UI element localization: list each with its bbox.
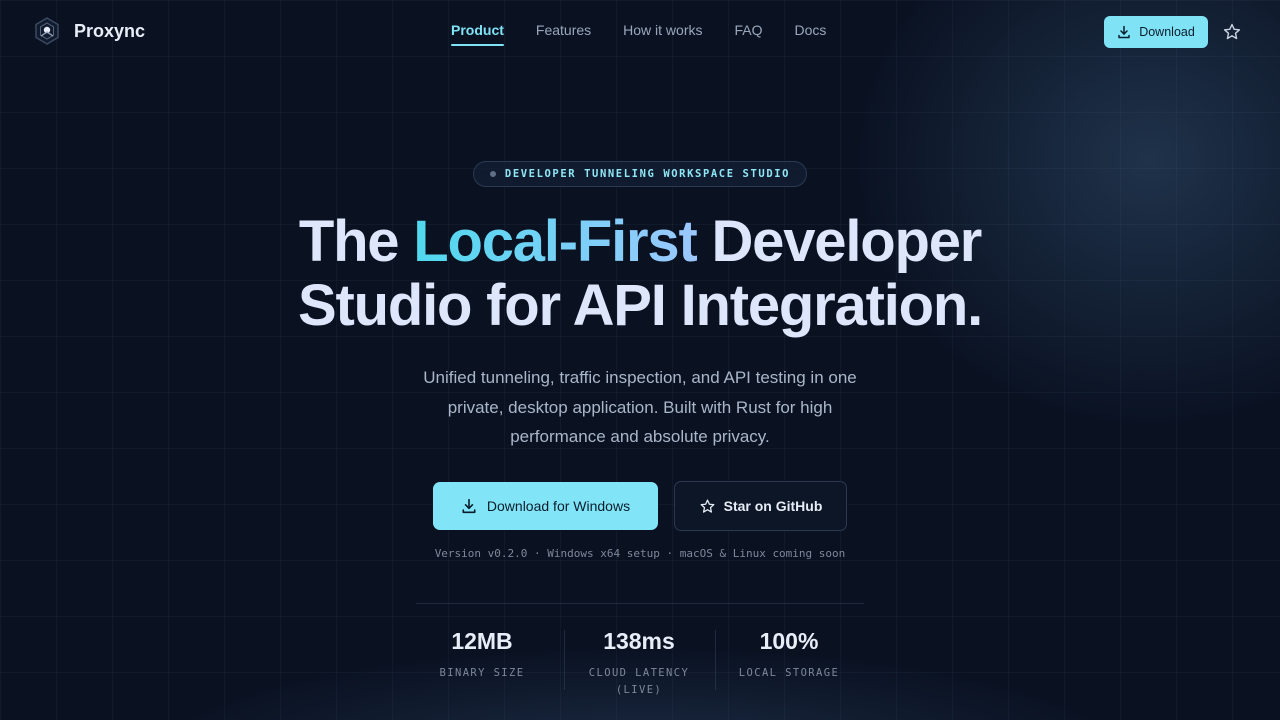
stat-value: 12MB [451, 628, 513, 654]
nav-download-button[interactable]: Download [1104, 16, 1208, 48]
hero-title-part2: Developer [696, 209, 982, 274]
download-windows-button[interactable]: Download for Windows [433, 482, 658, 530]
nav-link-product[interactable]: Product [451, 22, 504, 46]
nav-link-how-it-works[interactable]: How it works [623, 22, 702, 46]
download-icon [1117, 25, 1131, 39]
version-info: Version v0.2.0 · Windows x64 setup · mac… [434, 547, 846, 560]
top-navbar: Proxync Product Features How it works FA… [0, 0, 1280, 64]
hero-title-part1: The [298, 209, 414, 274]
nav-link-features[interactable]: Features [536, 22, 591, 46]
background-grid [0, 0, 1280, 720]
stat-label: LOCAL STORAGE [738, 667, 840, 679]
star-icon [699, 498, 716, 515]
stat-label: CLOUD LATENCY (LIVE) [588, 667, 690, 696]
badge-text: DEVELOPER TUNNELING WORKSPACE STUDIO [504, 168, 791, 180]
hero-title-accent: Local-First [413, 209, 697, 274]
stat-value: 138ms [603, 628, 675, 654]
hero-title: The Local-First Developer Studio for API… [0, 210, 1280, 338]
nav-download-label: Download [1139, 25, 1195, 39]
stats-divider [416, 603, 864, 604]
nav-links: Product Features How it works FAQ Docs [451, 22, 826, 46]
stat-label: BINARY SIZE [439, 667, 525, 679]
hero-subtitle: Unified tunneling, traffic inspection, a… [423, 368, 857, 446]
stat-cloud-latency: 138ms CLOUD LATENCY (LIVE) [564, 628, 714, 699]
download-windows-label: Download for Windows [486, 498, 631, 514]
star-github-label: Star on GitHub [723, 498, 823, 514]
hexagon-logo-icon [32, 16, 62, 46]
hero-badge: DEVELOPER TUNNELING WORKSPACE STUDIO [473, 161, 807, 187]
nav-link-faq[interactable]: FAQ [735, 22, 763, 46]
download-icon [461, 498, 477, 514]
hero-title-line2: Studio for API Integration. [298, 273, 983, 338]
badge-dot [489, 171, 496, 177]
star-github-button[interactable]: Star on GitHub [674, 481, 847, 531]
star-icon[interactable] [1222, 22, 1242, 42]
stat-value: 100% [759, 628, 819, 654]
nav-link-docs[interactable]: Docs [795, 22, 827, 46]
stat-binary-size: 12MB BINARY SIZE [407, 628, 557, 682]
brand[interactable]: Proxync [32, 16, 145, 46]
brand-name: Proxync [74, 20, 146, 41]
stat-local-storage: 100% LOCAL STORAGE [714, 628, 864, 682]
